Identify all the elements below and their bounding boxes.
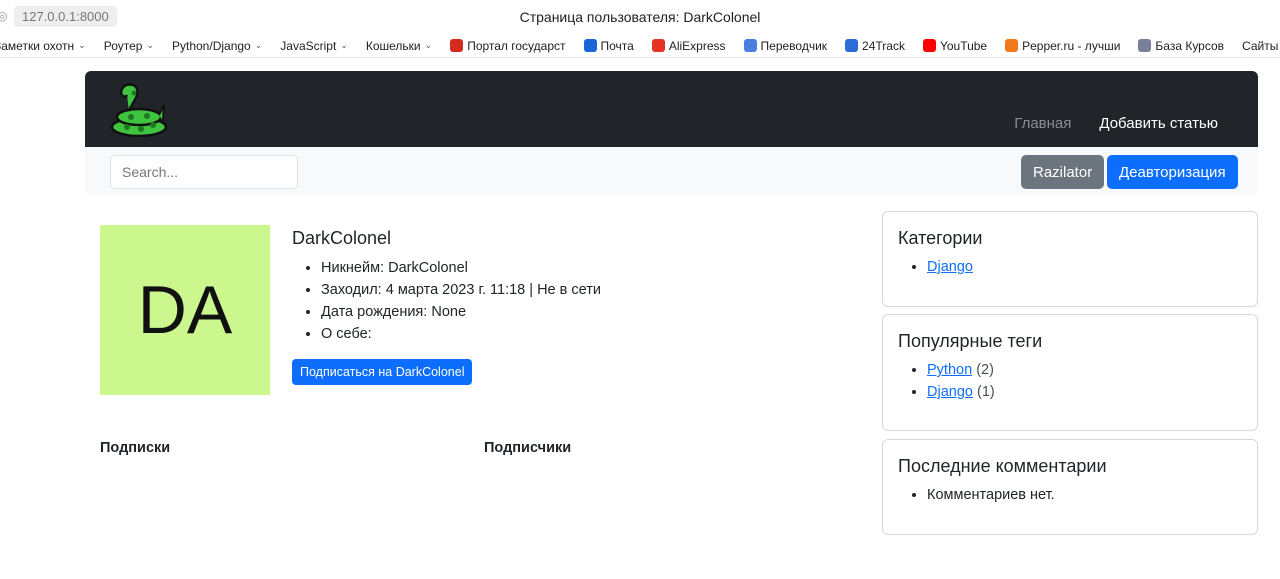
tags-card: Популярные теги Python (2) Django (1) bbox=[882, 314, 1258, 431]
bookmark-item[interactable]: База Курсов bbox=[1138, 39, 1224, 53]
followers-heading: Подписчики bbox=[484, 440, 572, 456]
logout-button[interactable]: Деавторизация bbox=[1107, 155, 1238, 189]
user-profile-button[interactable]: Razilator bbox=[1021, 155, 1105, 189]
profile-about: О себе: bbox=[321, 323, 601, 345]
chevron-down-icon: ⌄ bbox=[340, 40, 348, 50]
chevron-down-icon: ⌄ bbox=[146, 40, 154, 50]
bookmark-item[interactable]: Роутер ⌄ bbox=[104, 39, 154, 53]
tag-link[interactable]: Django bbox=[927, 384, 973, 400]
bookmark-label: YouTube bbox=[939, 38, 988, 53]
categories-card: Категории Django bbox=[882, 211, 1258, 307]
bookmark-label: Почта bbox=[600, 38, 634, 53]
bookmark-label: 24Track bbox=[862, 38, 905, 53]
bookmarks-bar: Заметки охотн ⌄ Роутер ⌄ Python/Django ⌄ JavaS… bbox=[0, 34, 1280, 58]
aliexpress-icon bbox=[651, 39, 665, 52]
bookmark-label: База Курсов bbox=[1155, 38, 1225, 53]
translate-icon bbox=[743, 39, 757, 52]
bookmark-item[interactable]: Заметки охотн ⌄ bbox=[0, 39, 86, 53]
search-bar: Razilator Деавторизация bbox=[85, 147, 1258, 195]
bookmark-label: JavaScript bbox=[280, 38, 337, 53]
categories-title: Категории bbox=[898, 228, 983, 248]
chevron-down-icon: ⌄ bbox=[254, 40, 263, 50]
bookmark-item[interactable]: Портал государст bbox=[450, 38, 566, 53]
bookmark-item[interactable]: 24Track bbox=[845, 39, 905, 53]
avatar: DA bbox=[100, 225, 270, 395]
fire-icon bbox=[1005, 39, 1019, 52]
youtube-icon bbox=[922, 39, 936, 52]
search-input[interactable] bbox=[110, 155, 298, 189]
navbar: Главная Добавить статью bbox=[85, 71, 1258, 147]
chevron-down-icon: ⌄ bbox=[78, 40, 86, 50]
bookmark-label: Портал государст bbox=[467, 38, 566, 53]
snake-logo-icon[interactable] bbox=[109, 81, 169, 142]
bookmark-label: AliExpress bbox=[668, 38, 726, 53]
bookmark-item[interactable]: Pepper.ru - лучши bbox=[1005, 39, 1120, 53]
tag-link[interactable]: Python bbox=[927, 362, 972, 378]
bookmark-item[interactable]: Python/Django ⌄ bbox=[172, 39, 262, 53]
bookmark-item[interactable]: YouTube bbox=[922, 38, 988, 53]
russia-flag-icon bbox=[450, 39, 464, 52]
bookmark-label: Роутер bbox=[103, 38, 143, 53]
bookmark-label: Заметки охотн bbox=[0, 38, 75, 53]
following-heading: Подписки bbox=[100, 440, 171, 456]
chevron-down-icon: ⌄ bbox=[424, 40, 433, 50]
24track-icon bbox=[845, 39, 859, 52]
bookmark-label: Кошельки bbox=[365, 38, 421, 53]
profile-last-seen: Заходил: 4 марта 2023 г. 11:18 | Не в се… bbox=[321, 279, 601, 301]
subscribe-button[interactable]: Подписаться на DarkColonel bbox=[292, 359, 473, 385]
bookmark-item[interactable]: Почта bbox=[583, 38, 634, 53]
browser-titlebar: ◎ 127.0.0.1:8000 Страница пользователя: … bbox=[0, 0, 1280, 34]
profile-birthdate: Дата рождения: None bbox=[321, 301, 601, 323]
tag-count: (2) bbox=[976, 362, 994, 378]
nav-add-article-link[interactable]: Добавить статью bbox=[1099, 115, 1218, 132]
comments-title: Последние комментарии bbox=[898, 456, 1107, 476]
bookmark-label: Переводчик bbox=[760, 38, 828, 53]
mail-icon bbox=[583, 39, 597, 52]
bookmark-label: Pepper.ru - лучши bbox=[1022, 38, 1121, 53]
profile-info: DarkColonel Никнейм: DarkColonel Заходил… bbox=[292, 228, 601, 385]
category-link[interactable]: Django bbox=[927, 259, 973, 275]
bookmark-label: Python/Django bbox=[172, 38, 251, 53]
clip-icon bbox=[1138, 39, 1152, 52]
tags-title: Популярные теги bbox=[898, 331, 1043, 351]
nav-home-link[interactable]: Главная bbox=[1014, 115, 1071, 132]
window-title: Страница пользователя: DarkColonel bbox=[519, 9, 761, 25]
no-comments-text: Комментариев нет. bbox=[927, 484, 1242, 506]
bookmark-item[interactable]: Переводчик bbox=[743, 38, 828, 53]
profile-nickname: Никнейм: DarkColonel bbox=[321, 257, 601, 279]
bookmark-item[interactable]: Сайты⌄ bbox=[1242, 39, 1280, 53]
bookmark-item[interactable]: JavaScript ⌄ bbox=[280, 39, 348, 53]
bookmark-label: Сайты bbox=[1242, 38, 1279, 53]
tag-count: (1) bbox=[976, 384, 995, 400]
bookmark-item[interactable]: AliExpress bbox=[651, 38, 726, 53]
bookmark-item[interactable]: Кошельки ⌄ bbox=[366, 39, 432, 53]
comments-card: Последние комментарии Комментариев нет. bbox=[882, 439, 1258, 535]
profile-name: DarkColonel bbox=[292, 228, 392, 248]
